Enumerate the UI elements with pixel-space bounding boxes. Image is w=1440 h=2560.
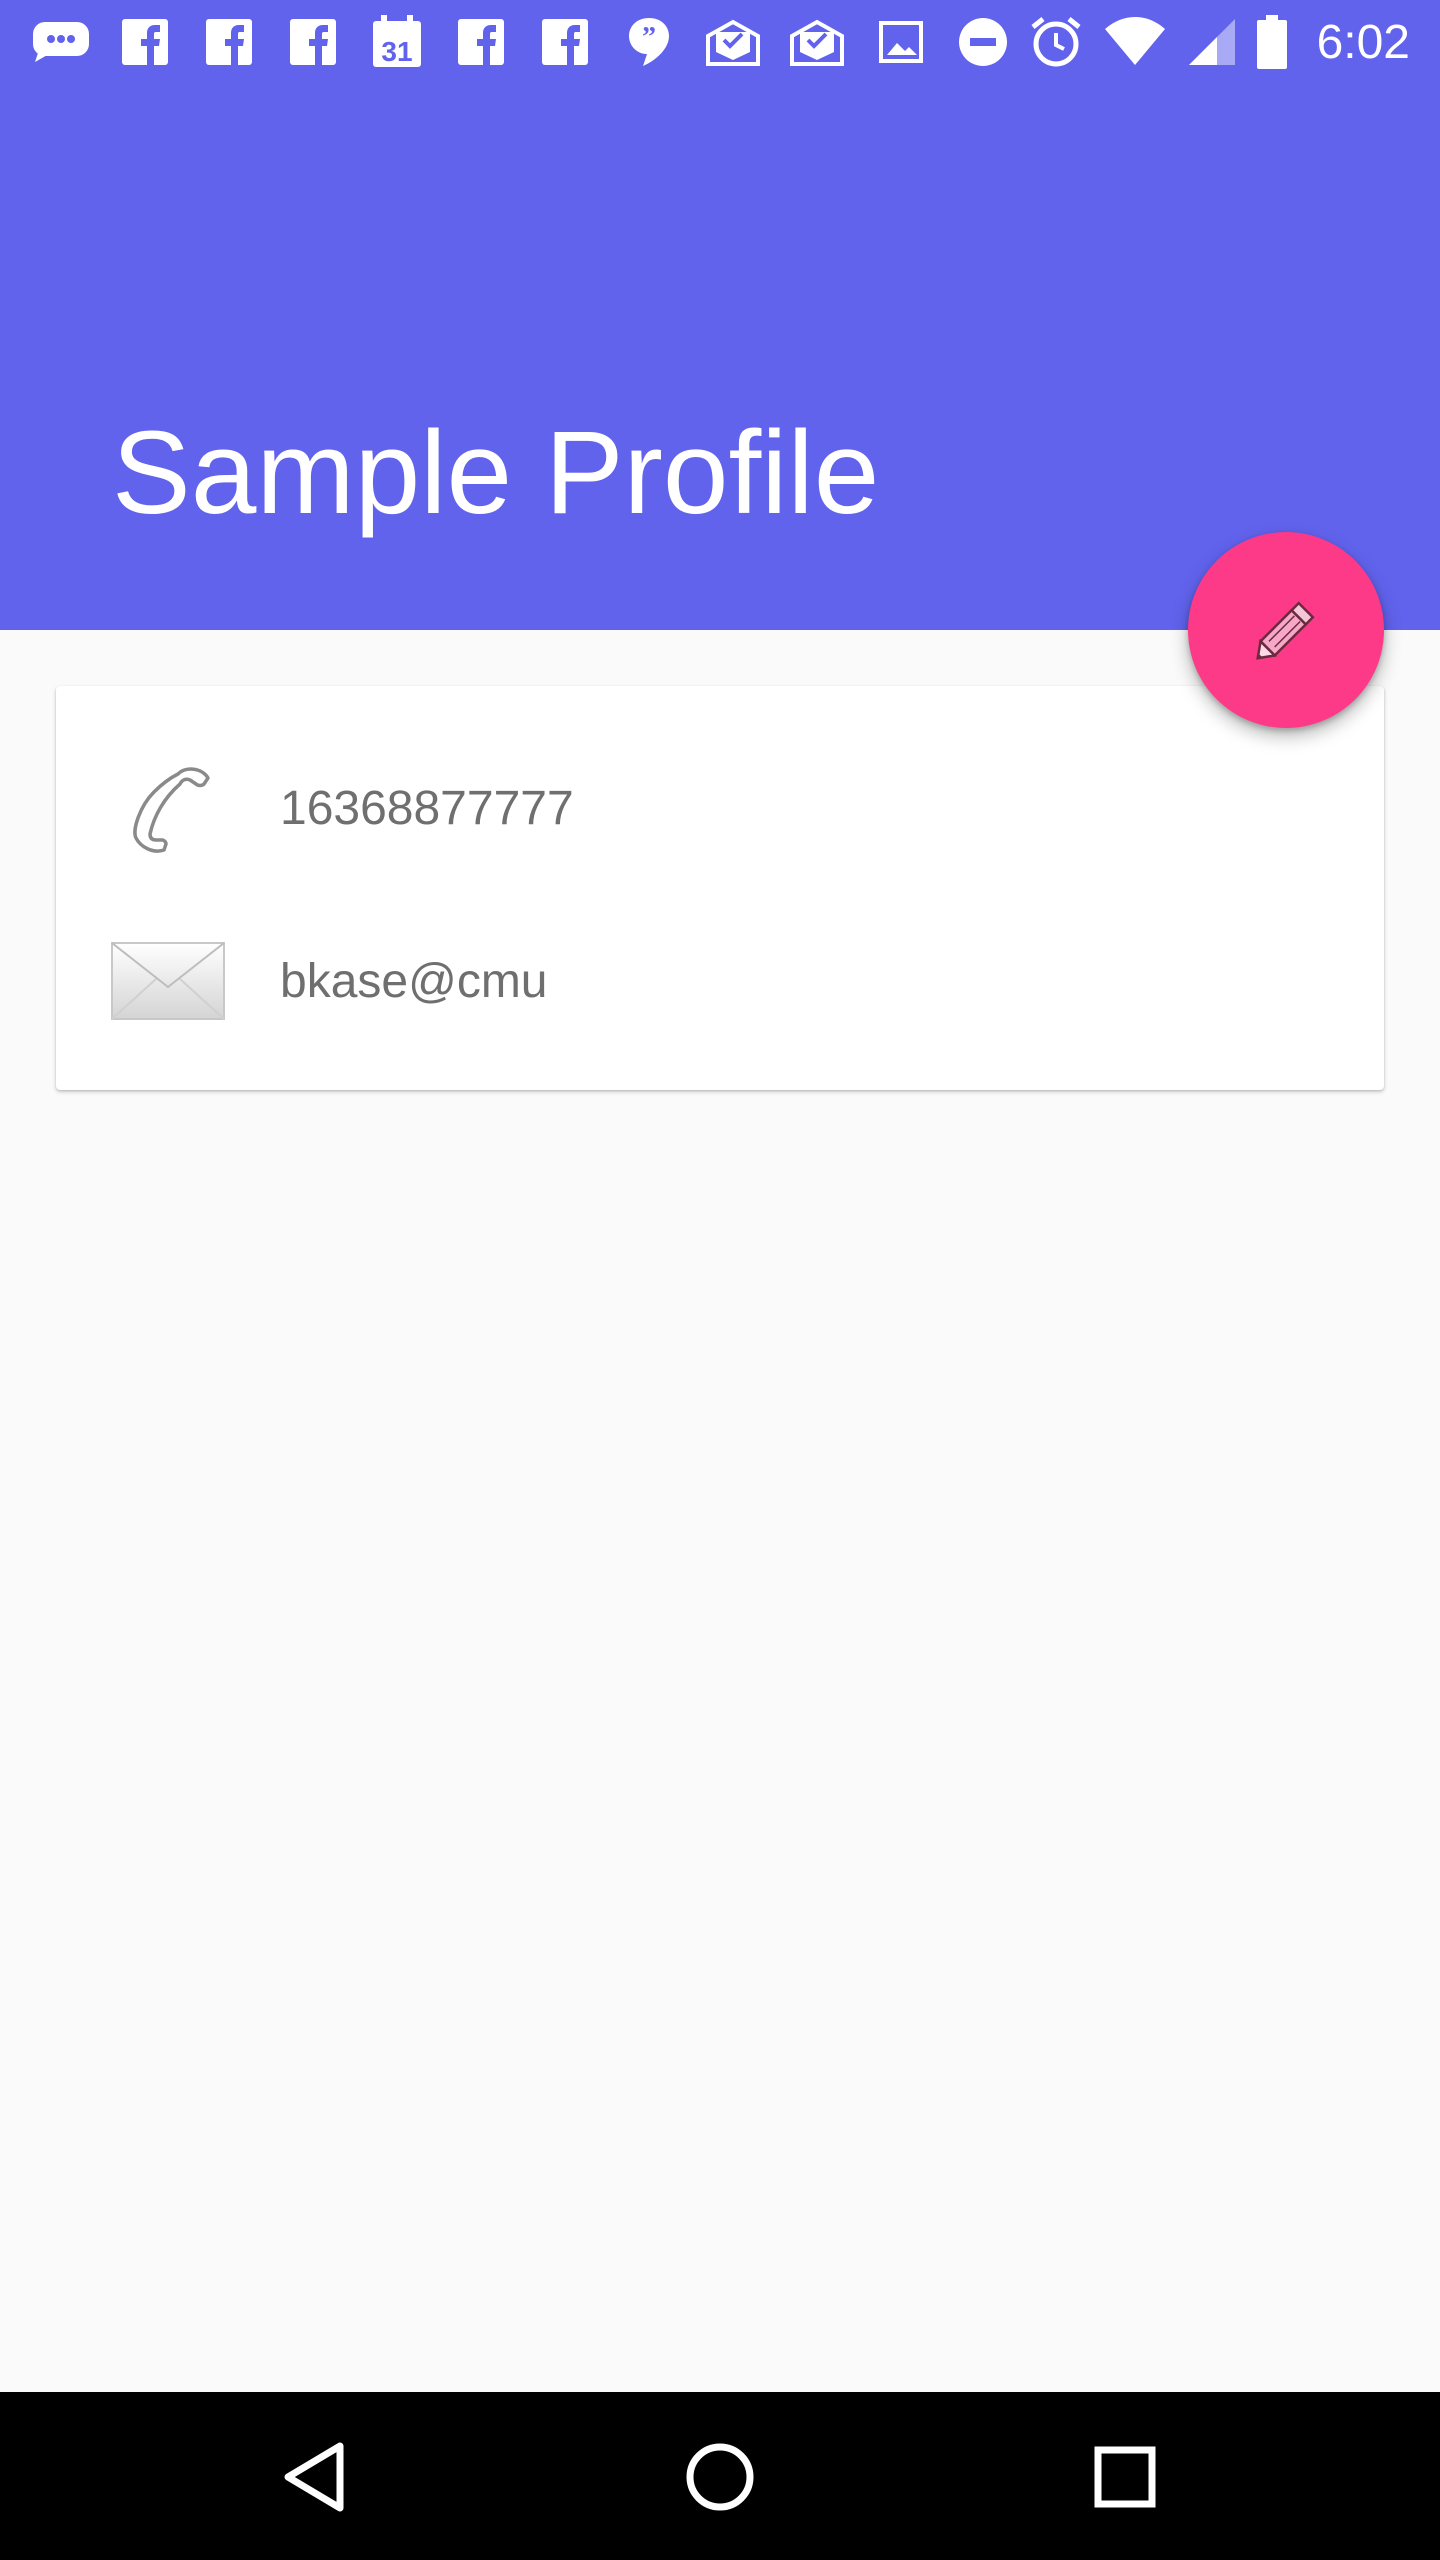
image-icon [870,14,932,70]
facebook-icon [282,14,344,70]
recents-button[interactable] [1070,2422,1180,2532]
quote-icon: ” [618,14,680,70]
alarm-icon [1029,14,1083,70]
edit-profile-button[interactable] [1188,532,1384,728]
app-bar: Sample Profile [0,84,1440,630]
system-icons: 6:02 [957,14,1410,70]
envelope-icon [110,931,226,1031]
page-title: Sample Profile [112,407,880,539]
facebook-icon [450,14,512,70]
battery-icon [1256,14,1287,70]
mail-icon [786,14,848,70]
home-icon [684,2441,756,2513]
facebook-icon [198,14,260,70]
status-bar: 31 ” 6:02 [0,0,1440,84]
calendar-day: 31 [381,36,412,67]
phone-number: 16368877777 [280,781,574,835]
email-row[interactable]: bkase@cmu [56,901,1384,1061]
pencil-icon [1246,590,1326,670]
phone-icon [110,758,226,858]
calendar-icon: 31 [366,14,428,70]
wifi-icon [1103,14,1167,70]
do-not-disturb-icon [957,14,1009,70]
navigation-bar [0,2392,1440,2560]
home-button[interactable] [665,2422,775,2532]
recents-icon [1093,2445,1157,2509]
facebook-icon [114,14,176,70]
email-address: bkase@cmu [280,954,548,1008]
cell-signal-icon [1187,14,1237,70]
contact-card: 16368877777 bkase@cmu [56,686,1384,1090]
back-button[interactable] [260,2422,370,2532]
mail-icon [702,14,764,70]
back-icon [280,2440,350,2514]
messages-icon [30,14,92,70]
status-bar-clock: 6:02 [1316,15,1410,69]
facebook-icon [534,14,596,70]
notification-icons: 31 ” [30,14,932,70]
phone-row[interactable]: 16368877777 [56,728,1384,888]
svg-text:”: ” [642,22,656,53]
